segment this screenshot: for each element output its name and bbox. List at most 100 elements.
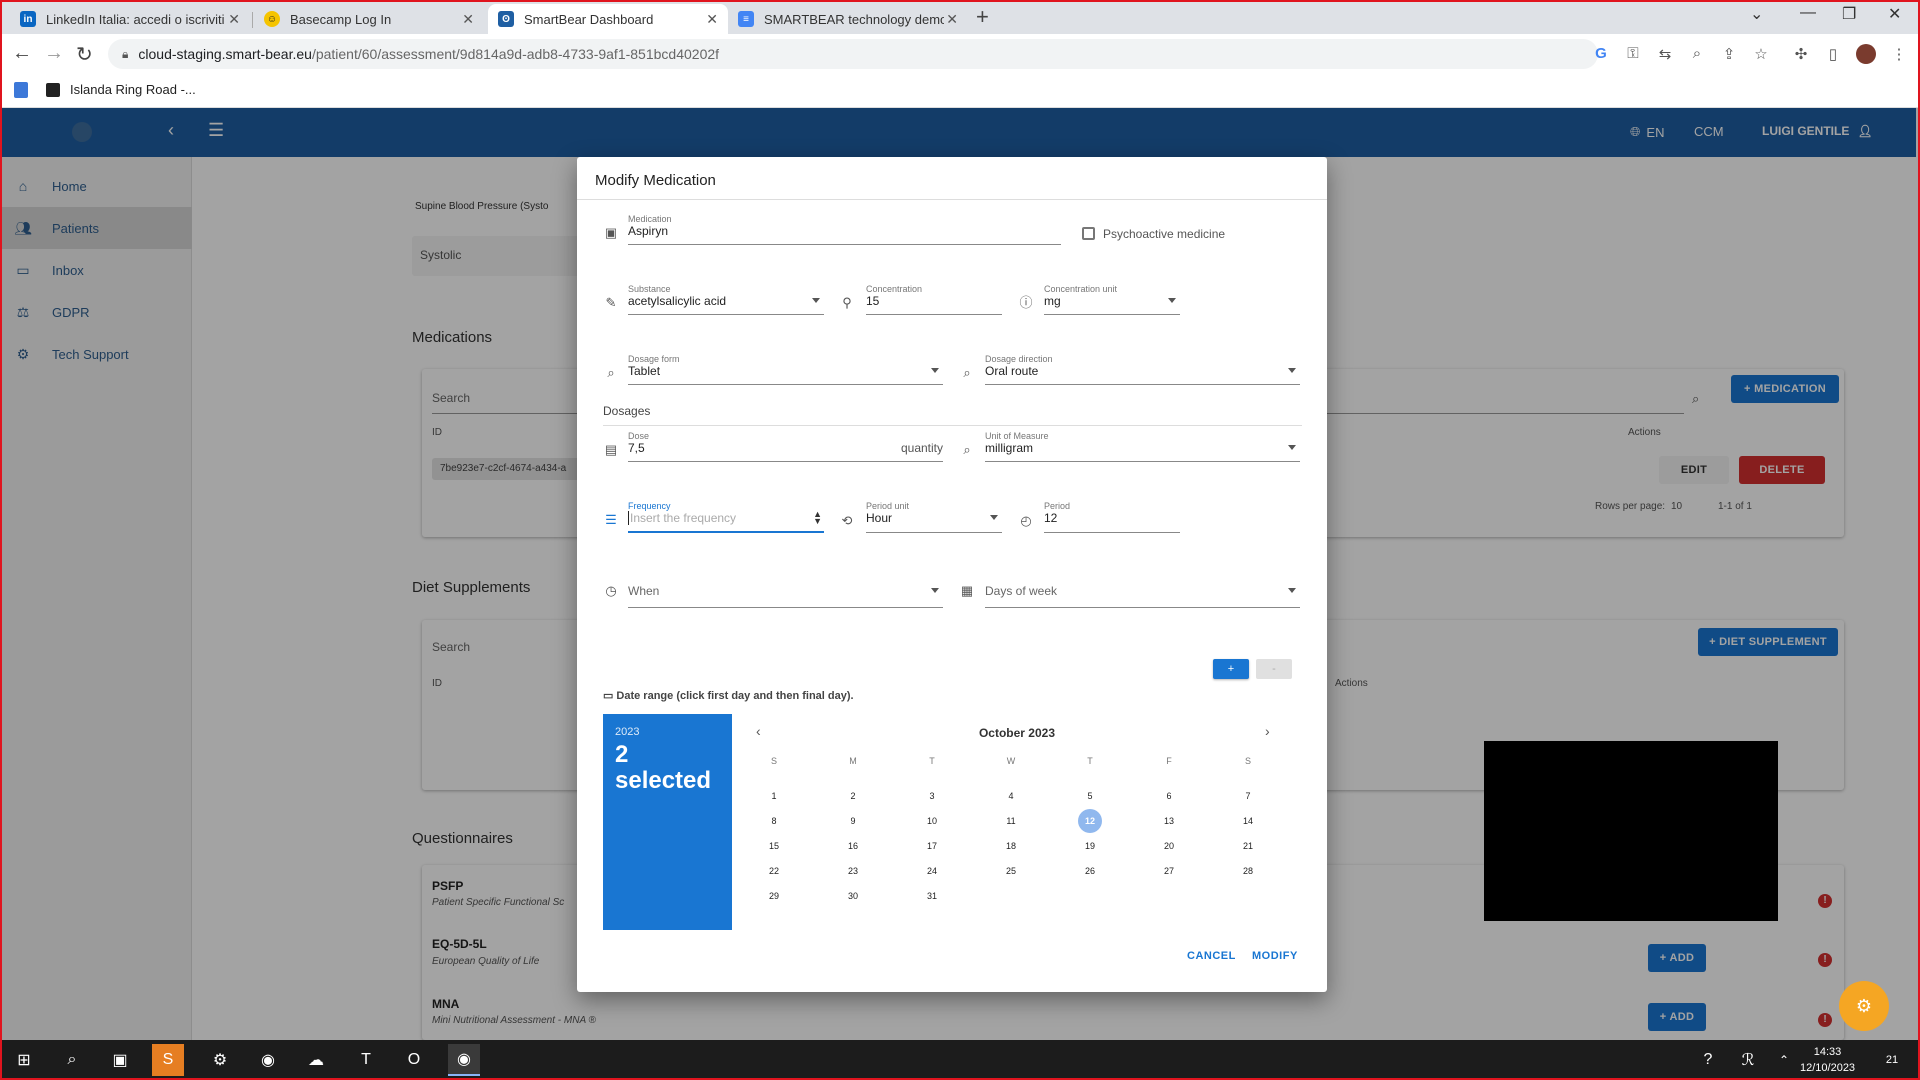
tab-smartbear-doc[interactable]: ≡ SMARTBEAR technology demon ✕ bbox=[728, 4, 968, 34]
calendar-day[interactable]: 14 bbox=[1236, 809, 1260, 833]
skype-icon[interactable]: S bbox=[152, 1044, 184, 1076]
calendar-day[interactable]: 18 bbox=[999, 834, 1023, 858]
concentration-unit-select[interactable]: Concentration unit mg bbox=[1044, 284, 1180, 315]
calendar-day[interactable]: 5 bbox=[1078, 784, 1102, 808]
chrome-icon[interactable]: ◉ bbox=[252, 1044, 284, 1076]
profile-avatar[interactable] bbox=[1856, 44, 1876, 64]
calendar-day[interactable]: 20 bbox=[1157, 834, 1181, 858]
calendar-day[interactable]: 21 bbox=[1236, 834, 1260, 858]
tab-smartbear-dashboard[interactable]: ʘ SmartBear Dashboard ✕ bbox=[488, 4, 728, 34]
translate-icon[interactable]: ⇆ bbox=[1656, 45, 1674, 63]
calendar-day[interactable]: 4 bbox=[999, 784, 1023, 808]
people-icon[interactable]: ℛ bbox=[1732, 1044, 1764, 1076]
close-icon[interactable]: ✕ bbox=[706, 11, 718, 28]
calendar-day[interactable]: 1 bbox=[762, 784, 786, 808]
psychoactive-checkbox[interactable] bbox=[1082, 227, 1095, 240]
chevron-up-icon[interactable]: ⌃ bbox=[1768, 1044, 1800, 1076]
calendar-day[interactable]: 11 bbox=[999, 809, 1023, 833]
field-underline bbox=[628, 384, 943, 385]
key-icon[interactable]: ⚿ bbox=[1624, 45, 1642, 63]
windows-start-icon[interactable]: ⊞ bbox=[8, 1044, 40, 1076]
remove-dosage-button[interactable]: - bbox=[1256, 659, 1292, 679]
sidepanel-icon[interactable]: ▯ bbox=[1824, 45, 1842, 63]
reload-icon[interactable]: ↻ bbox=[76, 42, 93, 67]
settings-icon[interactable]: ⚙ bbox=[204, 1044, 236, 1076]
fab-person-settings-icon[interactable]: ⚙︎ bbox=[1839, 981, 1889, 1031]
teams-icon[interactable]: T bbox=[350, 1044, 382, 1076]
calendar-day[interactable]: 30 bbox=[841, 884, 865, 908]
help-icon[interactable]: ? bbox=[1692, 1044, 1724, 1076]
unit-of-measure-select[interactable]: Unit of Measure milligram bbox=[985, 431, 1300, 462]
calendar-day[interactable]: 2 bbox=[841, 784, 865, 808]
period-unit-select[interactable]: Period unit Hour bbox=[866, 501, 1002, 533]
calendar-day[interactable]: 7 bbox=[1236, 784, 1260, 808]
url-path: /patient/60/assessment/9d814a9d-adb8-473… bbox=[311, 46, 720, 62]
extensions-icon[interactable]: ✣ bbox=[1792, 45, 1810, 63]
close-icon[interactable]: ✕ bbox=[228, 11, 240, 28]
selected-count: 2 selected bbox=[615, 742, 711, 794]
calendar-day[interactable]: 10 bbox=[920, 809, 944, 833]
calendar-day[interactable]: 9 bbox=[841, 809, 865, 833]
calendar-day[interactable]: 28 bbox=[1236, 859, 1260, 883]
calendar-day[interactable]: 17 bbox=[920, 834, 944, 858]
dosage-direction-select[interactable]: Dosage direction Oral route bbox=[985, 354, 1300, 385]
task-view-icon[interactable]: ▣ bbox=[104, 1044, 136, 1076]
calendar-day[interactable]: 22 bbox=[762, 859, 786, 883]
frequency-field[interactable]: Frequency Insert the frequency ▲ ▼ bbox=[628, 501, 824, 533]
spinner-icon[interactable]: ▲ ▼ bbox=[813, 510, 822, 526]
new-tab-icon[interactable]: + bbox=[976, 4, 989, 30]
tab-basecamp[interactable]: ☺ Basecamp Log In ✕ bbox=[254, 4, 484, 34]
dose-field[interactable]: Dose 7,5 quantity bbox=[628, 431, 943, 462]
zoom-icon[interactable]: ⌕ bbox=[1688, 45, 1706, 63]
calendar-day[interactable]: 8 bbox=[762, 809, 786, 833]
restore-icon[interactable]: ❐ bbox=[1842, 4, 1856, 24]
docs-bookmark-icon[interactable] bbox=[14, 82, 28, 98]
tab-search-icon[interactable]: ⌄ bbox=[1750, 4, 1763, 24]
medication-field[interactable]: Medication Aspiryn bbox=[628, 214, 1061, 245]
calendar-day[interactable]: 25 bbox=[999, 859, 1023, 883]
close-icon[interactable]: ✕ bbox=[946, 11, 958, 28]
calendar-day[interactable]: 23 bbox=[841, 859, 865, 883]
search-icon[interactable]: ⌕ bbox=[56, 1044, 88, 1076]
google-icon[interactable]: G bbox=[1592, 45, 1610, 63]
concentration-field[interactable]: Concentration 15 bbox=[866, 284, 1002, 315]
clock[interactable]: 14:33 12/10/2023 bbox=[1800, 1044, 1855, 1076]
chevron-right-icon[interactable]: › bbox=[1265, 723, 1270, 739]
calendar-day[interactable]: 13 bbox=[1157, 809, 1181, 833]
close-icon[interactable]: ✕ bbox=[462, 11, 474, 28]
add-dosage-button[interactable]: + bbox=[1213, 659, 1249, 679]
calendar-day[interactable]: 27 bbox=[1157, 859, 1181, 883]
calendar-day[interactable]: 19 bbox=[1078, 834, 1102, 858]
share-icon[interactable]: ⇪ bbox=[1720, 45, 1738, 63]
substance-select[interactable]: Substance acetylsalicylic acid bbox=[628, 284, 824, 315]
when-select[interactable]: When bbox=[628, 576, 943, 608]
address-bar[interactable]: 🔒︎ cloud-staging.smart-bear.eu/patient/6… bbox=[108, 39, 1598, 69]
calendar-day[interactable]: 26 bbox=[1078, 859, 1102, 883]
cancel-button[interactable]: CANCEL bbox=[1187, 950, 1236, 962]
forward-icon[interactable]: → bbox=[44, 42, 64, 65]
calendar-day[interactable]: 16 bbox=[841, 834, 865, 858]
bookmark-star-icon[interactable]: ☆ bbox=[1752, 45, 1770, 63]
period-field[interactable]: Period 12 bbox=[1044, 501, 1180, 533]
calendar-day[interactable]: 6 bbox=[1157, 784, 1181, 808]
calendar-day[interactable]: 15 bbox=[762, 834, 786, 858]
app-icon[interactable]: ☁ bbox=[300, 1044, 332, 1076]
modify-button[interactable]: MODIFY bbox=[1252, 950, 1298, 962]
calendar-day[interactable]: 12 bbox=[1078, 809, 1102, 833]
close-window-icon[interactable]: ✕ bbox=[1888, 4, 1901, 24]
back-icon[interactable]: ← bbox=[12, 42, 32, 65]
notification-icon[interactable]: 21 bbox=[1876, 1044, 1908, 1076]
calendar-day[interactable]: 24 bbox=[920, 859, 944, 883]
calendar-day[interactable]: 31 bbox=[920, 884, 944, 908]
days-of-week-select[interactable]: Days of week bbox=[985, 576, 1300, 608]
calendar-year[interactable]: 2023 bbox=[615, 726, 639, 738]
calendar-day[interactable]: 3 bbox=[920, 784, 944, 808]
minimize-icon[interactable]: — bbox=[1800, 4, 1816, 22]
dosage-form-select[interactable]: Dosage form Tablet bbox=[628, 354, 943, 385]
kebab-menu-icon[interactable]: ⋮ bbox=[1890, 45, 1908, 63]
chrome-profile-icon[interactable]: ◉ bbox=[448, 1044, 480, 1076]
bookmark-islanda[interactable]: Islanda Ring Road -... bbox=[46, 82, 196, 97]
tab-linkedin[interactable]: in LinkedIn Italia: accedi o iscriviti ✕ bbox=[10, 4, 250, 34]
outlook-icon[interactable]: O bbox=[398, 1044, 430, 1076]
calendar-day[interactable]: 29 bbox=[762, 884, 786, 908]
